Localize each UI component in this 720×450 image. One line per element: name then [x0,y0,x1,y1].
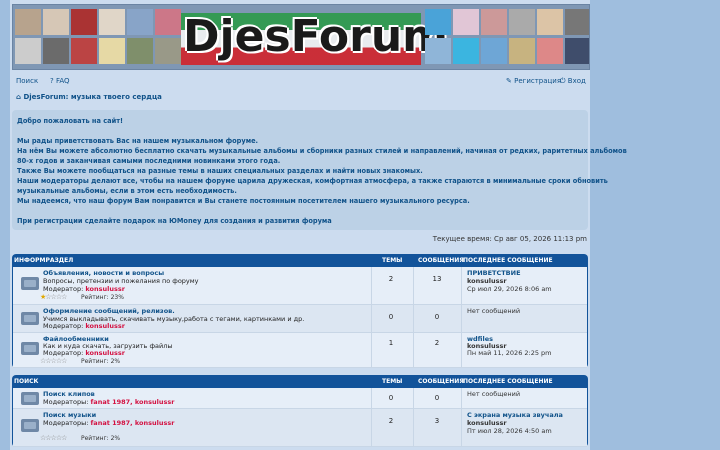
forum-mods: Модератор: konsulussr [43,349,125,357]
current-time: Текущее время: Ср авг 05, 2026 11:13 pm [432,235,587,243]
welcome-line: Также Вы можете пообщаться на разные тем… [17,167,423,175]
register-link[interactable]: ✎ Регистрация [506,77,561,85]
forum-row: Поиск музыки Модераторы: fanat 1987, kon… [13,409,587,447]
forum-mods: Модераторы: fanat 1987, konsulussr [43,398,175,406]
forum-row: Объявления, новости и вопросы Вопросы, п… [13,267,587,305]
posts-count: 13 [432,275,442,283]
last-post-title: Нет сообщений [467,390,521,398]
topics-count: 0 [388,394,394,402]
forum-icon [21,312,39,325]
last-post-date: Ср июл 29, 2026 8:06 am [467,285,552,293]
welcome-line: На нём Вы можете абсолютно бесплатно ска… [17,147,627,155]
forum-mods: Модератор: konsulussr [43,322,125,330]
col-last: ПОСЛЕДНЕЕ СООБЩЕНИЕ [463,257,553,264]
login-link[interactable]: ⏻ Вход [560,77,586,86]
forum-icon [21,392,39,405]
page-wrapper: DjesForum Поиск ? FAQ ✎ Регистрация ⏻ Вх… [10,0,627,450]
posts-count: 0 [434,313,440,321]
power-icon: ⏻ [560,77,566,85]
col-last: ПОСЛЕДНЕЕ СООБЩЕНИЕ [463,378,553,385]
category-block: ПОИСК ТЕМЫ СООБЩЕНИЯ ПОСЛЕДНЕЕ СООБЩЕНИЕ… [12,375,588,447]
posts-count: 2 [434,339,440,347]
last-post-title: С экрана музыка звучала [467,411,563,419]
last-post-date: Пт июл 28, 2026 4:50 am [467,427,552,435]
forum-mods: Модератор: konsulussr [43,285,125,293]
welcome-line: Наши модераторы делают все, чтобы на наш… [17,177,608,185]
forum-rating: Рейтинг: 23% [81,294,124,301]
posts-count: 3 [434,417,440,425]
welcome-line: Мы рады приветствовать Вас на нашем музы… [17,137,259,145]
topics-count: 0 [388,313,394,321]
welcome-line: 80-х годов и заканчивая самыми последним… [17,157,281,165]
rating-stars[interactable]: ★☆☆☆☆ [40,293,67,301]
help-icon: ? [50,77,54,85]
site-banner[interactable]: DjesForum [12,4,590,70]
forum-title[interactable]: Оформление сообщений, релизов. [43,307,175,315]
category-block: ИНФОРМРАЗДЕЛ ТЕМЫ СООБЩЕНИЯ ПОСЛЕДНЕЕ СО… [12,254,588,368]
forum-icon [21,277,39,290]
col-topics: ТЕМЫ [382,257,403,264]
rating-stars[interactable]: ☆☆☆☆☆ [40,434,67,442]
category-title[interactable]: ПОИСК [14,378,38,385]
category-header: ИНФОРМРАЗДЕЛ ТЕМЫ СООБЩЕНИЯ ПОСЛЕДНЕЕ СО… [12,254,588,266]
topics-count: 2 [388,275,394,283]
forum-title[interactable]: Поиск музыки [43,411,96,419]
welcome-line: Добро пожаловать на сайт! [17,117,124,125]
forum-icon [21,342,39,355]
last-post-user[interactable]: konsulussr [467,277,507,285]
col-posts: СООБЩЕНИЯ [418,378,464,385]
breadcrumb-home[interactable]: ⌂ DjesForum: музыка твоего сердца [16,93,162,101]
topics-count: 2 [388,417,394,425]
welcome-line: Мы надеемся, что наш форум Вам понравитс… [17,197,470,205]
last-post-title: ПРИВЕТСТВИЕ [467,269,521,277]
forum-desc: Вопросы, претензии и пожелания по форуму [43,277,199,285]
last-post-date: Пн май 11, 2026 2:25 pm [467,349,552,357]
forum-mods: Модераторы: fanat 1987, konsulussr [43,419,175,427]
category-title[interactable]: ИНФОРМРАЗДЕЛ [14,257,73,264]
col-posts: СООБЩЕНИЯ [418,257,464,264]
forum-row: Файлообменники Как и куда скачать, загру… [13,333,587,368]
topics-count: 1 [388,339,394,347]
last-post-title: Нет сообщений [467,307,521,315]
forum-rating: Рейтинг: 2% [81,435,121,442]
welcome-line: музыкальные альбомы, если в этом есть не… [17,187,237,195]
edit-icon: ✎ [506,77,512,85]
forum-row: Поиск клипов Модераторы: fanat 1987, kon… [13,388,587,409]
category-header: ПОИСК ТЕМЫ СООБЩЕНИЯ ПОСЛЕДНЕЕ СООБЩЕНИЕ [12,375,588,387]
navbar: Поиск ? FAQ ✎ Регистрация ⏻ Вход ⌂ DjesF… [12,70,588,106]
forum-rating: Рейтинг: 2% [81,358,121,365]
forum-title[interactable]: Объявления, новости и вопросы [43,269,164,277]
forum-title[interactable]: Поиск клипов [43,390,95,398]
welcome-panel: Добро пожаловать на сайт! Мы рады привет… [12,110,627,230]
last-post-user[interactable]: konsulussr [467,419,507,427]
welcome-line: При регистрации сделайте подарок на ЮMon… [17,217,332,225]
search-link[interactable]: Поиск [16,77,38,85]
site-logo: DjesForum [183,11,449,62]
home-icon: ⌂ [16,93,22,101]
forum-row: Оформление сообщений, релизов. Учимся вы… [13,305,587,333]
posts-count: 0 [434,394,440,402]
faq-link[interactable]: ? FAQ [50,77,70,85]
col-topics: ТЕМЫ [382,378,403,385]
forum-icon [21,419,39,432]
rating-stars[interactable]: ☆☆☆☆☆ [40,357,67,365]
